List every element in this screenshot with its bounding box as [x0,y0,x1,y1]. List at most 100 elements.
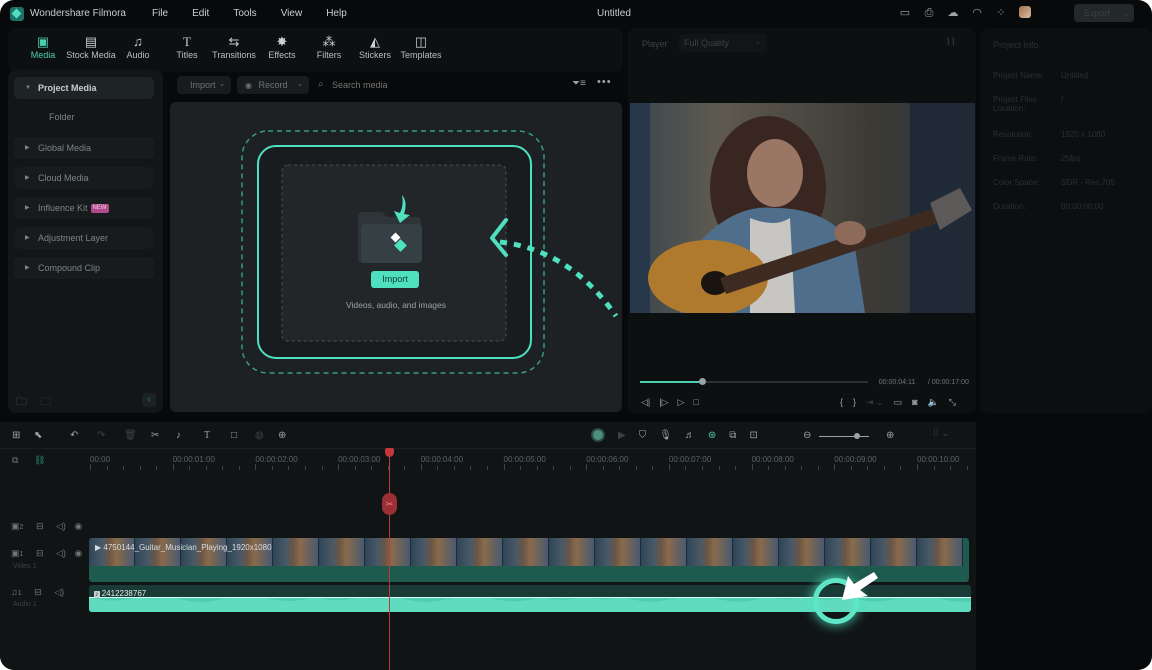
sidebar-item-compound-clip[interactable]: ▶ Compound Clip [14,257,154,279]
tab-audio[interactable]: ♫ Audio [122,34,154,60]
clip-thumbnail [917,538,963,566]
color-icon[interactable]: ◍ [255,430,278,441]
link-icon[interactable]: ⛓ [34,455,45,466]
eye-icon[interactable]: ◉ [74,548,82,558]
playhead-line[interactable] [389,450,390,670]
sidebar-item-influence-kit[interactable]: ▶ Influence Kit NEW [14,197,154,219]
zoom-in-icon[interactable]: ⊕ [886,430,894,441]
playhead-handle[interactable] [385,448,394,457]
menu-tools[interactable]: Tools [233,8,256,19]
lock-icon[interactable]: ⊟ [36,548,44,558]
split-scissors-icon[interactable]: ✂ [151,430,176,441]
filmora-logo-icon [10,6,24,21]
layout-icon[interactable]: ▭ [898,6,912,20]
mic-icon[interactable]: 🎙 [659,430,672,441]
ruler-tick [288,466,290,470]
tab-stickers[interactable]: ◭ Stickers [357,34,393,60]
mark-out-icon[interactable]: } [853,397,856,408]
menu-file[interactable]: File [152,8,168,19]
tab-titles[interactable]: T Titles [172,34,202,60]
play-icon[interactable]: ▷ [678,397,685,408]
sidebar-item-folder[interactable]: Folder [49,112,75,122]
stickers-icon: ◭ [370,34,380,49]
search-media-input[interactable] [332,76,532,94]
delete-icon[interactable]: 🗑 [124,430,151,441]
pip-icon[interactable]: ⧉ [729,430,736,441]
collapse-sidebar-button[interactable]: ‹ [142,393,156,407]
more-options-icon[interactable]: ••• [597,76,612,88]
lock-icon[interactable]: ⊟ [34,587,42,597]
ruler-tick-label: 00:00:03:00 [338,455,381,464]
delete-folder-icon[interactable]: 🗀 [40,393,51,412]
layout-grid-icon[interactable]: ⊞ [12,430,34,441]
new-folder-icon[interactable]: 🗀 [16,393,27,412]
headset-icon[interactable]: ◠ [970,6,984,20]
save-icon[interactable]: ⎙ [922,6,936,20]
filter-icon[interactable]: ⏷≡ [572,78,586,89]
menu-help[interactable]: Help [326,8,347,19]
stock-media-icon: ▤ [84,34,98,49]
crop-icon[interactable]: □ [231,430,255,441]
playback-progress-fill [640,381,702,383]
video-preview[interactable] [630,103,975,313]
music-list-icon[interactable]: ♬ [685,430,695,441]
audio-edit-icon[interactable]: ♪ [176,430,204,441]
redo-icon[interactable]: ↷ [97,430,124,441]
sidebar-item-global-media[interactable]: ▶ Global Media [14,137,154,159]
clip-thumbnail [503,538,549,566]
tab-filters[interactable]: ⁂ Filters [314,34,344,60]
mute-icon[interactable]: ◁) [54,587,64,597]
snapshot-icon[interactable]: ◙ [912,397,917,408]
display-settings-icon[interactable]: ▭ [894,397,903,408]
user-avatar[interactable] [1018,6,1032,20]
menu-view[interactable]: View [281,8,303,19]
sidebar-item-cloud-media[interactable]: ▶ Cloud Media [14,167,154,189]
lock-icon[interactable]: ⊟ [36,521,44,531]
record-dropdown[interactable]: ◉ Record ⌄ [237,76,309,94]
track-height-icon[interactable]: ⁞⁞ ⌄ [933,428,950,439]
stop-icon[interactable]: □ [693,397,698,408]
track-header-video-1: ▣1 ⊟ ◁) ◉ [11,548,83,558]
speech-to-text-icon[interactable]: ⊕ [278,430,286,441]
add-track-icon[interactable]: ⧉ [12,455,18,466]
prev-frame-icon[interactable]: ◁| [641,397,650,408]
fit-icon[interactable]: ⊡ [749,430,757,441]
tab-templates[interactable]: ◫ Templates [399,34,443,60]
cloud-upload-icon[interactable]: ☁ [946,6,960,20]
mute-icon[interactable]: ◁) [56,521,66,531]
playback-scrubber-handle[interactable] [698,378,706,385]
tab-effects[interactable]: ✸ Effects [264,34,300,60]
waveform-monitor-icon[interactable]: ⌇⌇ [946,37,956,48]
fullscreen-icon[interactable]: ⤡ [949,397,956,408]
tab-transitions[interactable]: ⇆ Transitions [210,34,258,60]
insert-icon[interactable]: ⇥ ⌄ [866,397,884,408]
mute-icon[interactable]: ◁) [56,548,66,558]
tab-stock-media[interactable]: ▤ Stock Media [62,34,120,60]
marker-icon[interactable]: ⛉ [639,430,647,441]
ai-toggle-icon[interactable] [591,428,605,442]
tab-media[interactable]: ▣ Media [28,34,58,60]
undo-icon[interactable]: ↶ [70,430,97,441]
next-frame-icon[interactable]: |▷ [659,397,668,408]
quality-dropdown[interactable]: Full Quality ⌄ [679,34,767,52]
playhead-split-scissors-icon[interactable]: ✂ [382,493,397,515]
text-tool-icon[interactable]: T [204,430,231,441]
track-header-2: ▣2 ⊟ ◁) ◉ [11,521,83,531]
zoom-slider-handle[interactable] [853,433,860,439]
menu-edit[interactable]: Edit [192,8,209,19]
zoom-slider-track[interactable] [819,436,869,437]
apps-grid-icon[interactable]: ⁘ [994,6,1008,20]
render-icon[interactable]: ▶ [618,430,626,441]
import-button[interactable]: Import [371,271,419,288]
mark-in-icon[interactable]: { [840,397,843,408]
zoom-out-icon[interactable]: ⊖ [803,430,811,441]
video-clip[interactable]: ▶ 4750144_Guitar_Musician_Playing_1920x1… [89,538,969,582]
sidebar-item-project-media[interactable]: ▼ Project Media [14,77,154,99]
snap-magnet-icon[interactable]: ⊛ [708,430,716,441]
sidebar-item-adjustment-layer[interactable]: ▶ Adjustment Layer [14,227,154,249]
export-button[interactable]: Export ⌄ [1074,4,1134,22]
eye-icon[interactable]: ◉ [74,521,82,531]
select-tool-icon[interactable]: ⬉ [34,430,70,441]
import-dropdown[interactable]: Import ⌄ [177,76,231,94]
volume-icon[interactable]: 🔈 [928,397,939,408]
